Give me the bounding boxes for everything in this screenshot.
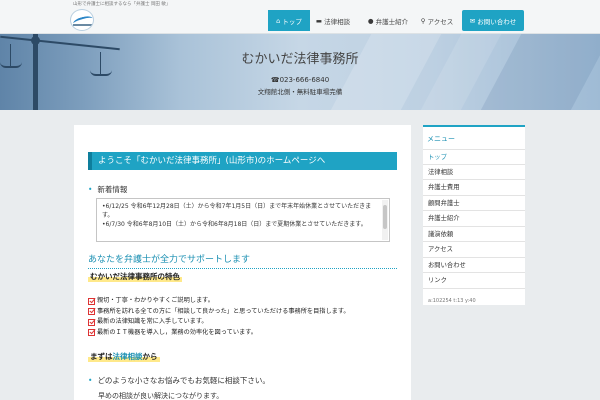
nav-lawyer-intro[interactable]: ● 弁護士紹介 — [360, 10, 416, 31]
top-bar: 山形で弁護士に相談するなら「弁護士 岡田 敏」 ⌂ トップ ▬ 法律相談 ● 弁… — [0, 0, 600, 34]
hero-banner: むかいだ法律事務所 ☎023-666-6840 文翔館北側・無料駐車場完備 — [0, 34, 600, 110]
home-icon: ⌂ — [276, 16, 281, 25]
consult-note: 早めの相談が良い解決につながります。 — [98, 392, 224, 400]
office-phone[interactable]: ☎023-666-6840 — [190, 76, 410, 84]
bullet-icon: • — [88, 376, 93, 385]
sidebar-title: メニュー — [427, 135, 455, 143]
nav-access[interactable]: ⚲ アクセス — [416, 10, 458, 31]
sidebar-menu: メニュー トップ 法律相談 弁護士費用 顧問弁護士 弁護士紹介 議演依頼 アクセ… — [423, 125, 525, 305]
news-heading: • 新着情報 — [88, 184, 127, 195]
access-counter: a:102254 t:13 y:40 — [428, 298, 476, 304]
consult-invite: • どのような小さなお悩みでもお気軽に相談下さい。 — [88, 375, 270, 386]
feature-text: 最新の法律知識を常に入手しています。 — [97, 318, 208, 325]
news-scrollbar-thumb[interactable] — [383, 205, 387, 229]
sidebar-item-fees[interactable]: 弁護士費用 — [423, 180, 525, 196]
news-heading-label: 新着情報 — [97, 185, 128, 194]
sidebar-item-lawyer-intro[interactable]: 弁護士紹介 — [423, 211, 525, 227]
news-scrollbar[interactable] — [382, 200, 388, 240]
sidebar-item-lecture-request[interactable]: 議演依頼 — [423, 227, 525, 242]
sidebar-item-legal-consultation[interactable]: 法律相談 — [423, 165, 525, 180]
sidebar-item-contact[interactable]: お問い合わせ — [423, 258, 525, 273]
sidebar-item-top[interactable]: トップ — [423, 149, 525, 165]
feature-text: 親切・丁寧・わかりやすくご説明します。 — [97, 297, 214, 304]
first-consult-heading: まずは法律相談から — [88, 351, 160, 362]
office-address: 文翔館北側・無料駐車場完備 — [257, 88, 343, 96]
checkbox-check-icon — [88, 329, 95, 337]
user-icon: ● — [367, 16, 374, 25]
bullet-icon: • — [88, 185, 93, 194]
feature-item: 事務所を訪れる全ての方に「相談して良かった」と思っていただける事務所を目指します… — [88, 307, 398, 318]
office-name: むかいだ法律事務所 — [241, 52, 359, 67]
location-pin-icon: ⚲ — [420, 16, 426, 25]
site-tagline: 山形で弁護士に相談するなら「弁護士 岡田 敏」 — [73, 2, 171, 7]
feature-item: 最新のＩＴ機器を導入し，業務の効率化を図っています。 — [88, 328, 398, 339]
checkbox-check-icon — [88, 318, 95, 326]
news-item: •6/7/30 令和6年8月10日（土）から令和6年8月18日（日）まで夏期休業… — [102, 221, 367, 229]
nav-home-label: トップ — [282, 17, 302, 26]
nav-home[interactable]: ⌂ トップ — [268, 10, 310, 31]
news-scroll-box[interactable]: •6/12/25 令和6年12月28日（土）から令和7年1月5日（日）まで年末年… — [96, 198, 390, 242]
logo-text-mark — [73, 24, 93, 26]
mail-icon: ✉ — [469, 16, 476, 25]
welcome-heading: ようこそ「むかいだ法律事務所」(山形市)のホームページへ — [88, 152, 397, 170]
first-consult-suffix: から — [142, 352, 158, 361]
sidebar-item-advisor[interactable]: 顧問弁護士 — [423, 196, 525, 211]
sidebar-item-links[interactable]: リンク — [423, 273, 525, 289]
nav-contact-label: お問い合わせ — [477, 17, 517, 26]
feature-item: 最新の法律知識を常に入手しています。 — [88, 317, 398, 328]
main-content: ようこそ「むかいだ法律事務所」(山形市)のホームページへ • 新着情報 •6/12… — [74, 125, 411, 400]
nav-access-label: アクセス — [427, 17, 454, 26]
features-heading: むかいだ法律事務所の特色 — [88, 271, 182, 282]
checkbox-check-icon — [88, 308, 95, 316]
nav-legal-consultation-label: 法律相談 — [324, 17, 351, 26]
consult-invite-text: どのような小さなお悩みでもお気軽に相談下さい。 — [97, 376, 270, 385]
feature-text: 事務所を訪れる全ての方に「相談して良かった」と思っていただける事務所を目指します… — [97, 307, 350, 315]
feature-item: 親切・丁寧・わかりやすくご説明します。 — [88, 296, 398, 307]
support-heading: あなたを弁護士が全力でサポートします — [88, 252, 397, 269]
sidebar-menu-list: トップ 法律相談 弁護士費用 顧問弁護士 弁護士紹介 議演依頼 アクセス お問い… — [423, 149, 525, 289]
feature-text: 最新のＩＴ機器を導入し，業務の効率化を図っています。 — [97, 328, 257, 336]
nav-lawyer-intro-label: 弁護士紹介 — [375, 17, 409, 26]
sidebar-item-access[interactable]: アクセス — [423, 242, 525, 258]
first-consult-prefix: まずは — [90, 352, 113, 361]
features-list: 親切・丁寧・わかりやすくご説明します。 事務所を訪れる全ての方に「相談して良かっ… — [88, 296, 398, 338]
checkbox-check-icon — [88, 297, 95, 305]
news-item: •6/12/25 令和6年12月28日（土）から令和7年1月5日（日）まで年末年… — [102, 203, 372, 220]
nav-legal-consultation[interactable]: ▬ 法律相談 — [312, 10, 354, 31]
nav-contact-button[interactable]: ✉ お問い合わせ — [462, 10, 524, 31]
chat-icon: ▬ — [315, 16, 323, 25]
site-logo[interactable] — [70, 9, 94, 31]
legal-consultation-link[interactable]: 法律相談 — [113, 352, 143, 361]
